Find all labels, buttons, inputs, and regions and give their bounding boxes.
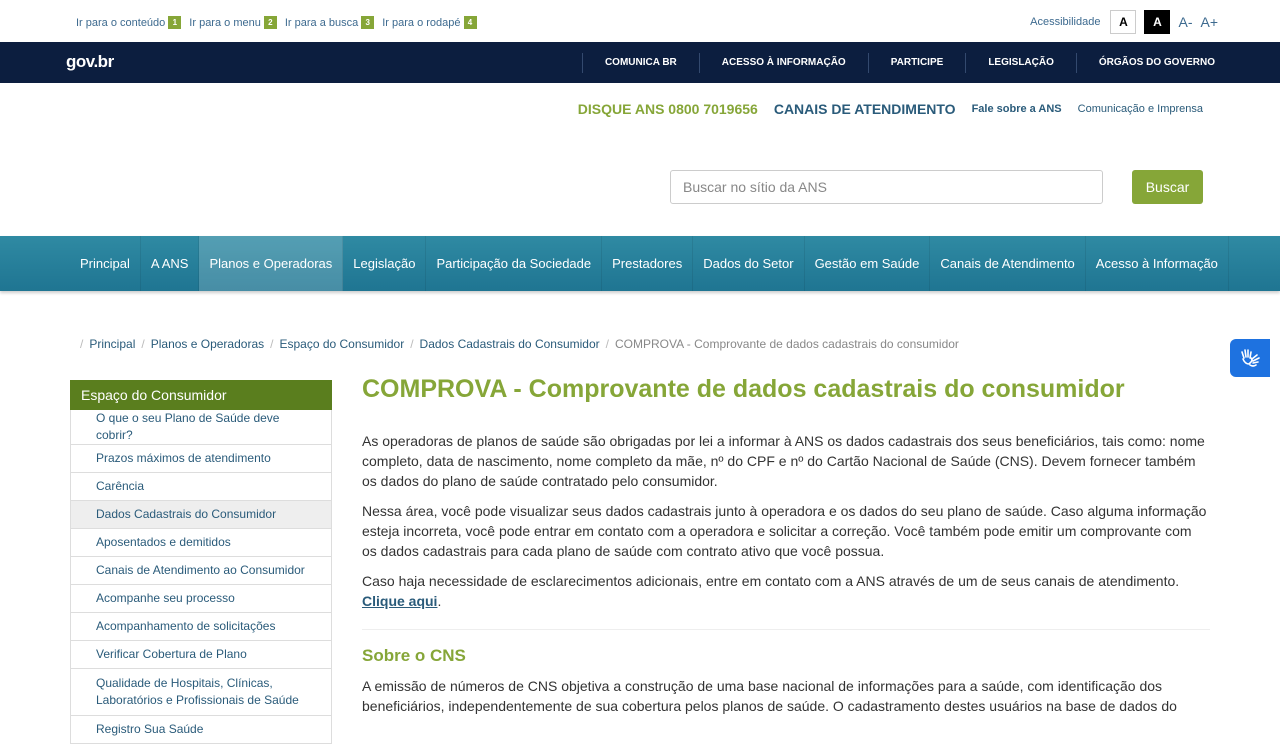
contrast-dark-button[interactable]: A bbox=[1144, 10, 1171, 34]
govbr-nav-legislacao[interactable]: LEGISLAÇÃO bbox=[965, 52, 1076, 73]
nav-prestadores[interactable]: Prestadores bbox=[602, 236, 694, 291]
sidebar-item-cobertura[interactable]: O que o seu Plano de Saúde deve cobrir? bbox=[71, 410, 331, 445]
search-input[interactable] bbox=[670, 170, 1103, 204]
nav-principal[interactable]: Principal bbox=[70, 236, 141, 291]
sidebar: Espaço do Consumidor O que o seu Plano d… bbox=[70, 380, 332, 744]
accessibility-link[interactable]: Acessibilidade bbox=[1030, 16, 1100, 28]
main-nav: Principal A ANS Planos e Operadoras Legi… bbox=[0, 236, 1280, 291]
paragraph-area: Nessa área, você pode visualizar seus da… bbox=[362, 503, 1207, 559]
main-content: COMPROVA - Comprovante de dados cadastra… bbox=[362, 375, 1210, 726]
paragraph-contact: Caso haja necessidade de esclarecimentos… bbox=[362, 571, 1210, 611]
nav-a-ans[interactable]: A ANS bbox=[141, 236, 200, 291]
page-title: COMPROVA - Comprovante de dados cadastra… bbox=[362, 375, 1125, 403]
skip-to-search-link[interactable]: Ir para a busca 3 bbox=[284, 16, 375, 29]
skip-link-label: Ir para o rodapé bbox=[382, 16, 461, 29]
breadcrumb-principal[interactable]: Principal bbox=[89, 337, 135, 351]
skip-link-number: 4 bbox=[463, 16, 477, 29]
sidebar-item-acompanhe-processo[interactable]: Acompanhe seu processo bbox=[71, 585, 331, 613]
skip-to-footer-link[interactable]: Ir para o rodapé 4 bbox=[382, 16, 477, 29]
nav-dados-setor[interactable]: Dados do Setor bbox=[693, 236, 805, 291]
govbr-bar: gov.br COMUNICA BR ACESSO À INFORMAÇÃO P… bbox=[0, 42, 1280, 83]
sidebar-item-aposentados[interactable]: Aposentados e demitidos bbox=[71, 529, 331, 557]
font-increase-button[interactable]: A+ bbox=[1200, 14, 1218, 30]
skip-link-label: Ir para o menu bbox=[189, 16, 261, 29]
accessibility-bar: Ir para o conteúdo 1 Ir para o menu 2 Ir p… bbox=[0, 0, 1280, 42]
skip-link-number: 2 bbox=[263, 16, 277, 29]
govbr-nav-comunica-br[interactable]: COMUNICA BR bbox=[581, 52, 699, 73]
govbr-nav-acesso-informacao[interactable]: ACESSO À INFORMAÇÃO bbox=[698, 52, 868, 73]
sidebar-item-qualidade[interactable]: Qualidade de Hospitais, Clínicas, Labora… bbox=[71, 669, 331, 716]
contact-end: . bbox=[437, 593, 442, 609]
sidebar-item-registro-saude[interactable]: Registro Sua Saúde bbox=[71, 716, 331, 744]
breadcrumb-dados-cadastrais[interactable]: Dados Cadastrais do Consumidor bbox=[420, 337, 600, 351]
skip-link-label: Ir para a busca bbox=[284, 16, 359, 29]
header-links: DISQUE ANS 0800 7019656 CANAIS DE ATENDI… bbox=[578, 101, 1203, 117]
breadcrumb-separator: / bbox=[410, 337, 414, 351]
breadcrumb: / Principal / Planos e Operadoras / Espa… bbox=[74, 337, 959, 351]
nav-canais-atendimento[interactable]: Canais de Atendimento bbox=[930, 236, 1086, 291]
govbr-nav-orgaos-governo[interactable]: ÓRGÃOS DO GOVERNO bbox=[1075, 52, 1215, 73]
sidebar-list: O que o seu Plano de Saúde deve cobrir? … bbox=[70, 410, 332, 744]
paragraph-intro: As operadoras de planos de saúde são obr… bbox=[362, 433, 1205, 489]
comunicacao-imprensa-link[interactable]: Comunicação e Imprensa bbox=[1078, 103, 1203, 115]
sign-language-icon bbox=[1241, 349, 1260, 367]
breadcrumb-separator: / bbox=[141, 337, 145, 351]
breadcrumb-separator: / bbox=[270, 337, 274, 351]
skip-links: Ir para o conteúdo 1 Ir para o menu 2 Ir p… bbox=[76, 16, 477, 29]
skip-link-label: Ir para o conteúdo bbox=[76, 16, 166, 29]
font-decrease-button[interactable]: A- bbox=[1178, 14, 1192, 30]
skip-to-content-link[interactable]: Ir para o conteúdo 1 bbox=[76, 16, 182, 29]
sidebar-item-prazos[interactable]: Prazos máximos de atendimento bbox=[71, 445, 331, 473]
nav-gestao-saude[interactable]: Gestão em Saúde bbox=[805, 236, 931, 291]
sidebar-title: Espaço do Consumidor bbox=[70, 380, 332, 410]
vlibras-hands-icon[interactable] bbox=[1230, 339, 1270, 377]
contact-text: Caso haja necessidade de esclarecimentos… bbox=[362, 573, 1180, 589]
nav-legislacao[interactable]: Legislação bbox=[343, 236, 427, 291]
sidebar-item-verificar-cobertura[interactable]: Verificar Cobertura de Plano bbox=[71, 641, 331, 669]
breadcrumb-current: COMPROVA - Comprovante de dados cadastra… bbox=[614, 337, 959, 351]
govbr-logo[interactable]: gov.br bbox=[66, 52, 114, 72]
skip-link-number: 1 bbox=[168, 16, 182, 29]
contrast-light-button[interactable]: A bbox=[1110, 10, 1137, 34]
breadcrumb-separator: / bbox=[80, 337, 84, 351]
sidebar-item-carencia[interactable]: Carência bbox=[71, 473, 331, 501]
govbr-nav: COMUNICA BR ACESSO À INFORMAÇÃO PARTICIP… bbox=[581, 42, 1215, 83]
fale-sobre-ans-link[interactable]: Fale sobre a ANS bbox=[972, 103, 1062, 115]
disque-ans-link[interactable]: DISQUE ANS 0800 7019656 bbox=[578, 101, 758, 117]
section-title-cns: Sobre o CNS bbox=[362, 646, 466, 665]
search-button[interactable]: Buscar bbox=[1132, 170, 1203, 204]
accessibility-controls: Acessibilidade A A A- A+ bbox=[1030, 10, 1218, 34]
skip-link-number: 3 bbox=[361, 16, 375, 29]
sidebar-item-canais[interactable]: Canais de Atendimento ao Consumidor bbox=[71, 557, 331, 585]
breadcrumb-separator: / bbox=[605, 337, 609, 351]
sidebar-item-acompanhamento-solicitacoes[interactable]: Acompanhamento de solicitações bbox=[71, 613, 331, 641]
nav-acesso-informacao[interactable]: Acesso à Informação bbox=[1086, 236, 1229, 291]
search-form bbox=[670, 170, 1103, 204]
breadcrumb-planos-operadoras[interactable]: Planos e Operadoras bbox=[151, 337, 264, 351]
paragraph-cns: A emissão de números de CNS objetiva a c… bbox=[362, 678, 1177, 714]
nav-planos-operadoras[interactable]: Planos e Operadoras bbox=[199, 236, 344, 291]
sidebar-item-dados-cadastrais[interactable]: Dados Cadastrais do Consumidor bbox=[71, 501, 331, 529]
govbr-nav-participe[interactable]: PARTICIPE bbox=[867, 52, 966, 73]
divider bbox=[362, 629, 1210, 630]
clique-aqui-link[interactable]: Clique aqui bbox=[362, 593, 437, 609]
nav-participacao-sociedade[interactable]: Participação da Sociedade bbox=[426, 236, 603, 291]
canais-atendimento-link[interactable]: CANAIS DE ATENDIMENTO bbox=[774, 101, 956, 117]
skip-to-menu-link[interactable]: Ir para o menu 2 bbox=[189, 16, 277, 29]
breadcrumb-espaco-consumidor[interactable]: Espaço do Consumidor bbox=[279, 337, 404, 351]
